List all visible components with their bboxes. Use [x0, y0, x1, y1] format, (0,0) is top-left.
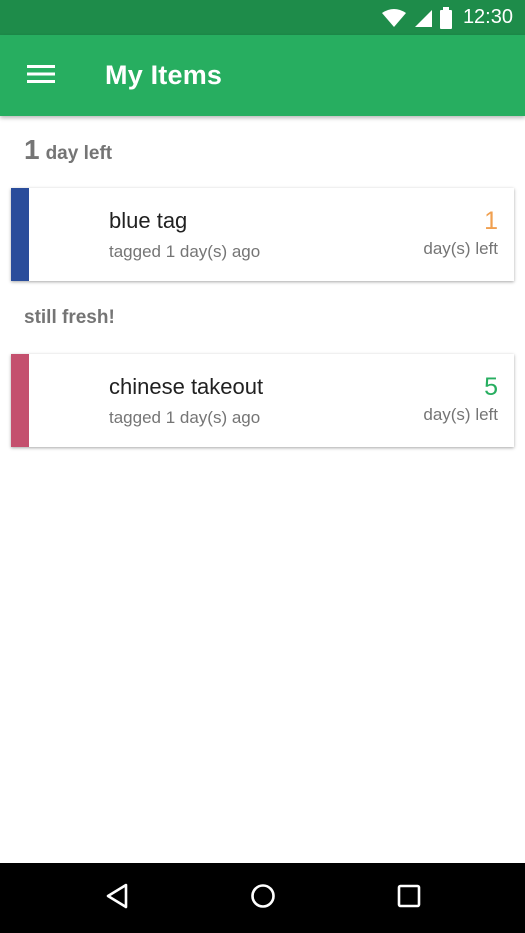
home-button[interactable] — [228, 863, 298, 933]
item-card-blue-tag[interactable]: blue tag tagged 1 day(s) ago 1 day(s) le… — [11, 188, 514, 281]
item-days-left-count: 1 — [484, 207, 498, 235]
system-nav-bar — [0, 863, 525, 933]
hamburger-menu-icon — [27, 64, 55, 89]
item-days-left-label: day(s) left — [423, 405, 498, 424]
item-tagged-ago: tagged 1 day(s) ago — [109, 408, 261, 427]
item-name: blue tag — [109, 208, 188, 233]
section-header-expiring: 1 day left — [24, 134, 112, 166]
item-name: chinese takeout — [109, 374, 264, 399]
item-list: 1 day left blue tag tagged 1 day(s) ago 1… — [0, 116, 525, 863]
page-title: My Items — [105, 60, 223, 90]
hamburger-menu-button[interactable] — [17, 55, 65, 97]
section-header-number: 1 — [24, 134, 40, 165]
battery-icon — [439, 6, 453, 29]
back-button[interactable] — [82, 863, 152, 933]
app-bar: My Items — [0, 35, 525, 116]
item-color-stripe — [11, 188, 29, 281]
status-clock: 12:30 — [462, 6, 513, 28]
status-bar: 12:30 — [0, 0, 525, 35]
item-color-stripe — [11, 354, 29, 447]
cell-signal-icon — [413, 8, 433, 28]
wifi-icon — [381, 8, 407, 28]
item-days-left-label: day(s) left — [423, 239, 498, 258]
section-header-fresh: still fresh! — [24, 307, 115, 329]
home-icon — [249, 882, 277, 915]
section-header-label: still fresh! — [24, 307, 115, 328]
section-header-label: day left — [45, 143, 113, 164]
item-card-chinese-takeout[interactable]: chinese takeout tagged 1 day(s) ago 5 da… — [11, 354, 514, 447]
item-days-left-count: 5 — [484, 373, 498, 401]
back-icon — [104, 882, 130, 915]
recents-icon — [396, 883, 422, 914]
status-icons: 12:30 — [381, 0, 513, 35]
recents-button[interactable] — [374, 863, 444, 933]
item-tagged-ago: tagged 1 day(s) ago — [109, 242, 261, 261]
